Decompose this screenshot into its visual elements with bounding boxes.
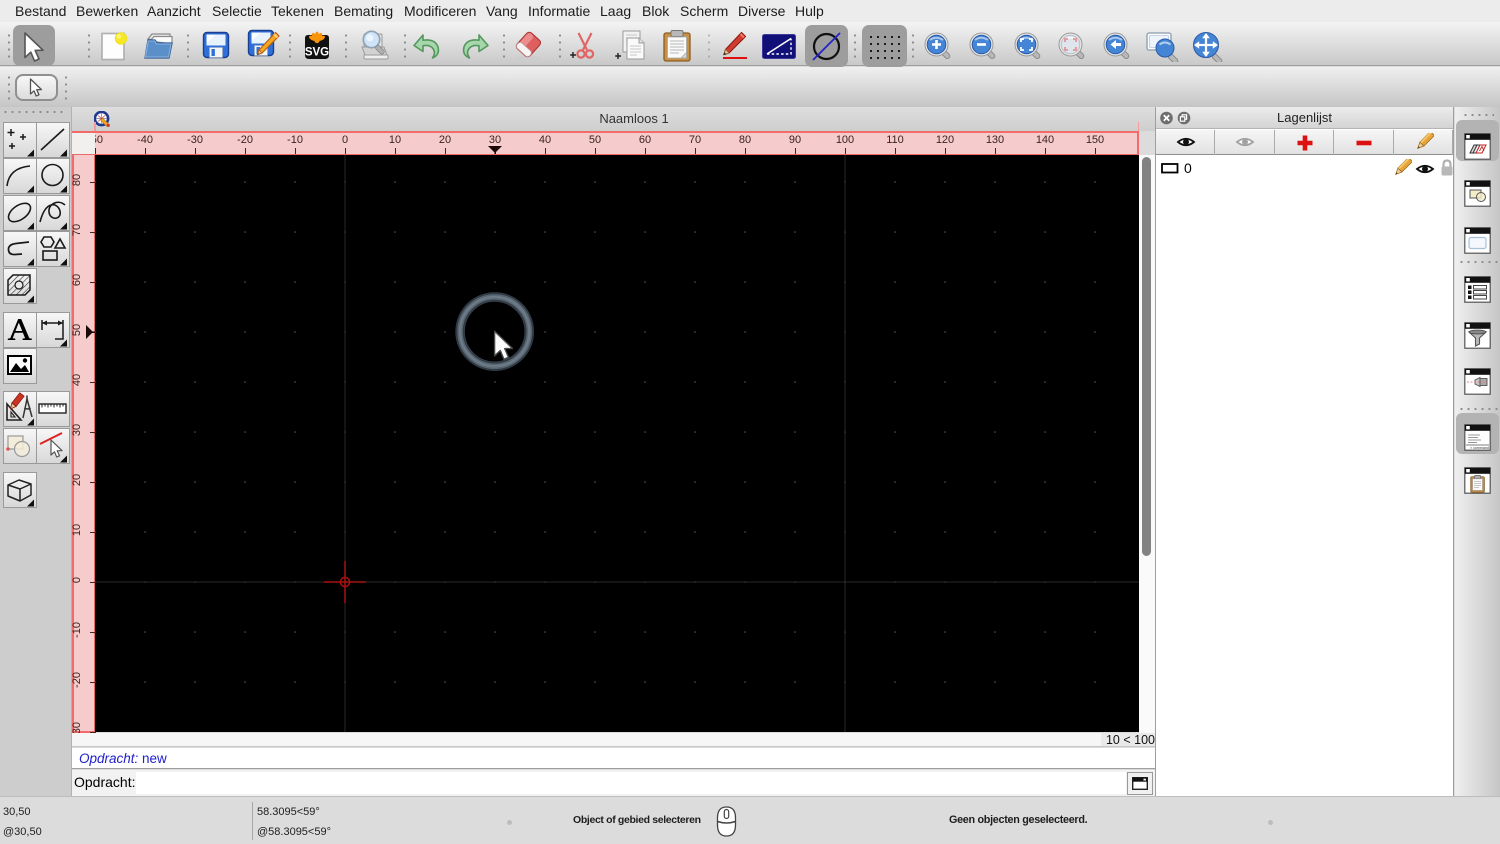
svg-text:SVG: SVG	[305, 47, 329, 59]
svg-text:> command: > command	[1470, 446, 1489, 450]
